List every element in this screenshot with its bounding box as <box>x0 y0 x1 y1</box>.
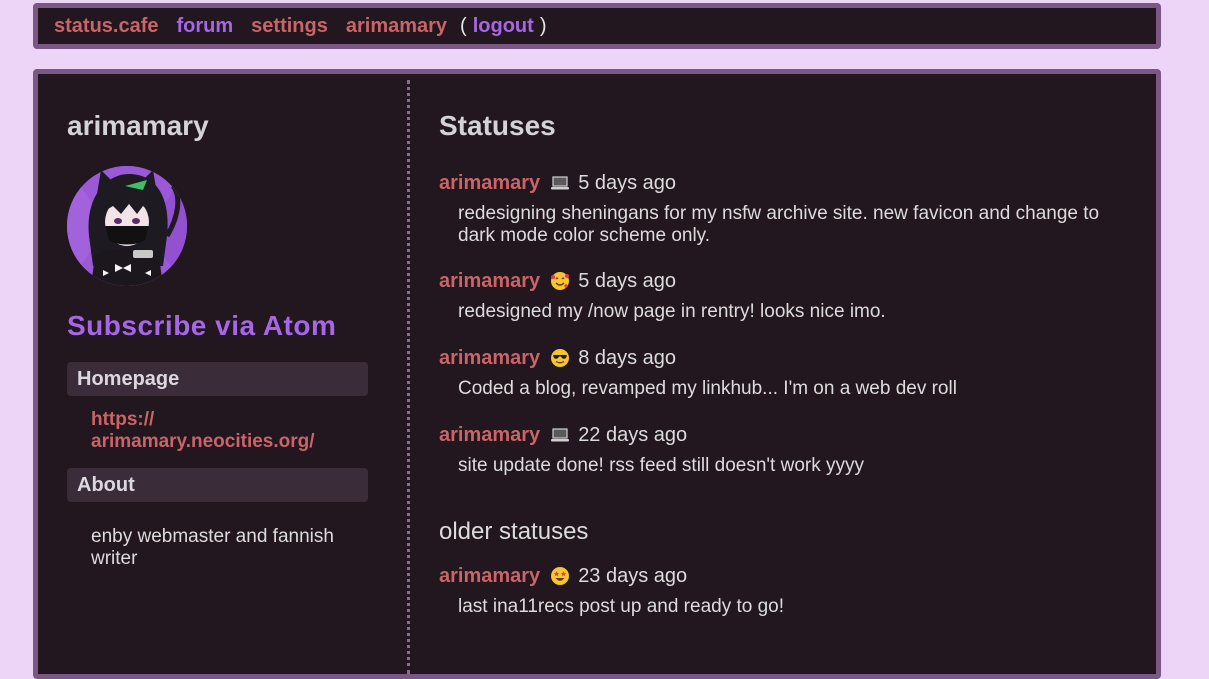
status-item: arimamary 5 days ago redesigning shening… <box>439 171 1129 247</box>
status-header: arimamary 22 days ago <box>439 423 1129 447</box>
status-item: arimamary 5 days ago redesigned my /now … <box>439 269 1129 323</box>
subscribe-atom-link[interactable]: Subscribe via Atom <box>67 310 336 342</box>
status-text: Coded a blog, revamped my linkhub... I'm… <box>458 378 957 399</box>
homepage-link[interactable]: https:// arimamary.neocities.org/ <box>91 409 371 453</box>
laptop-icon <box>550 173 570 193</box>
column-divider <box>407 80 410 674</box>
smiling-face-with-hearts-icon <box>550 271 570 291</box>
site-home-link[interactable]: status.cafe <box>54 15 159 38</box>
nav-links: status.cafe forum settings arimamary ( l… <box>54 8 546 44</box>
status-time: 5 days ago <box>578 269 677 292</box>
avatar-image <box>67 166 187 286</box>
forum-link[interactable]: forum <box>177 15 234 38</box>
sunglasses-face-icon <box>550 348 570 368</box>
status-header: arimamary 23 days ago <box>439 564 1129 588</box>
star-struck-face-icon <box>550 566 570 586</box>
profile-username: arimamary <box>67 110 209 141</box>
status-author-link[interactable]: arimamary <box>439 172 540 195</box>
statuses-title: Statuses <box>439 110 556 141</box>
status-text: redesigned my /now page in rentry! looks… <box>458 301 886 322</box>
status-author-link[interactable]: arimamary <box>439 565 540 588</box>
status-text: redesigning sheningans for my nsfw archi… <box>458 203 1100 246</box>
about-text: enby webmaster and fannish writer <box>91 526 334 569</box>
laptop-icon <box>550 425 570 445</box>
about-header: About <box>67 468 368 502</box>
status-item: arimamary 8 days ago Coded a blog, revam… <box>439 346 1129 400</box>
status-author-link[interactable]: arimamary <box>439 424 540 447</box>
status-header: arimamary 5 days ago <box>439 171 1129 195</box>
status-time: 5 days ago <box>578 171 677 194</box>
status-time: 22 days ago <box>578 423 688 446</box>
settings-link[interactable]: settings <box>251 15 328 38</box>
status-author-link[interactable]: arimamary <box>439 270 540 293</box>
status-item: arimamary 23 days ago last ina11recs pos… <box>439 564 1129 618</box>
profile-link[interactable]: arimamary <box>346 15 447 38</box>
homepage-header: Homepage <box>67 362 368 396</box>
status-author-link[interactable]: arimamary <box>439 347 540 370</box>
status-time: 23 days ago <box>578 564 688 587</box>
status-header: arimamary 5 days ago <box>439 269 1129 293</box>
avatar <box>67 166 187 286</box>
status-text: last ina11recs post up and ready to go! <box>458 596 785 617</box>
logout-link[interactable]: logout <box>473 15 534 38</box>
status-item: arimamary 22 days ago site update done! … <box>439 423 1129 477</box>
paren-open: ( <box>460 14 467 37</box>
status-time: 8 days ago <box>578 346 677 369</box>
paren-close: ) <box>539 14 547 37</box>
older-statuses-title: older statuses <box>439 518 589 545</box>
status-text: site update done! rss feed still doesn't… <box>458 455 864 476</box>
main-panel: arimamary Subscribe via Atom Homepage ht… <box>33 69 1161 679</box>
top-navigation: status.cafe forum settings arimamary ( l… <box>33 3 1161 49</box>
status-header: arimamary 8 days ago <box>439 346 1129 370</box>
